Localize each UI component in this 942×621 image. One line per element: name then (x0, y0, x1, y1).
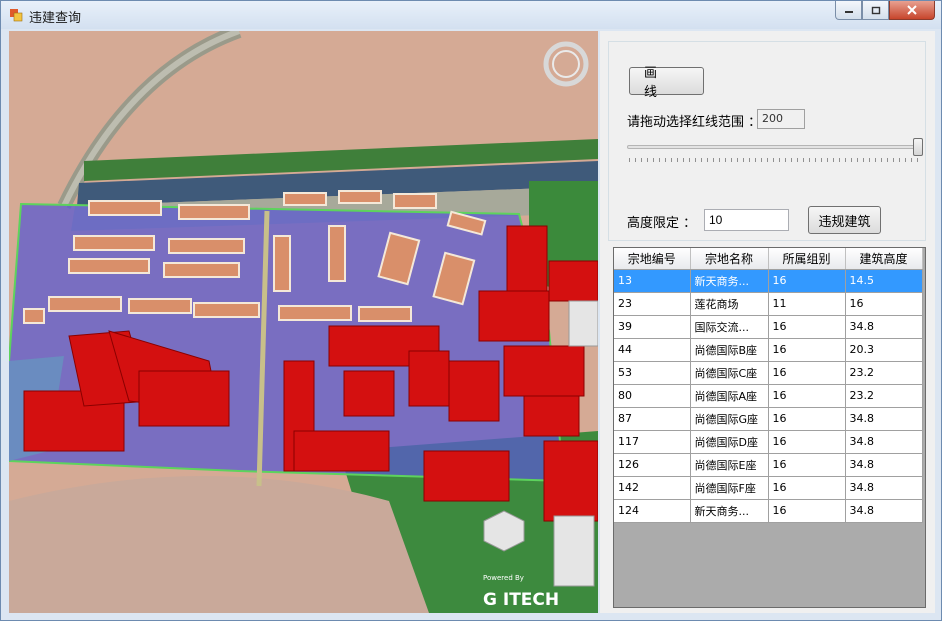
table-cell[interactable]: 34.8 (845, 476, 923, 500)
table-cell[interactable]: 16 (768, 361, 846, 385)
table-cell[interactable]: 16 (768, 430, 846, 454)
height-limit-input[interactable] (704, 209, 789, 231)
table-cell[interactable]: 尚德国际C座 (690, 361, 769, 385)
table-cell[interactable]: 34.8 (845, 453, 923, 477)
table-cell[interactable]: 尚德国际D座 (690, 430, 769, 454)
table-row[interactable]: 117 尚德国际D座 16 34.8 (614, 430, 923, 454)
maximize-icon (871, 6, 880, 14)
map-3d-viewport[interactable]: Powered By G ITECH (9, 31, 598, 613)
minimize-icon (844, 11, 853, 13)
table-row[interactable]: 87 尚德国际G座 16 34.8 (614, 407, 923, 431)
table-row[interactable]: 80 尚德国际A座 16 23.2 (614, 384, 923, 408)
table-row[interactable]: 13 新天商务... 16 14.5 (614, 269, 923, 293)
table-row[interactable]: 126 尚德国际E座 16 34.8 (614, 453, 923, 477)
table-row[interactable]: 23 莲花商场 11 16 (614, 292, 923, 316)
table-row[interactable]: 44 尚德国际B座 16 20.3 (614, 338, 923, 362)
table-cell[interactable]: 尚德国际E座 (690, 453, 769, 477)
powered-by-label: Powered By (483, 574, 524, 582)
title-bar[interactable]: 违建查询 (1, 1, 941, 29)
table-cell[interactable]: 16 (845, 292, 923, 316)
table-row[interactable]: 142 尚德国际F座 16 34.8 (614, 476, 923, 500)
table-cell[interactable]: 新天商务... (690, 269, 769, 293)
grid-header-row: 宗地编号 宗地名称 所属组别 建筑高度 (614, 248, 923, 270)
table-cell[interactable]: 11 (768, 292, 846, 316)
table-cell[interactable]: 23.2 (845, 361, 923, 385)
table-row[interactable]: 124 新天商务... 16 34.8 (614, 499, 923, 523)
table-cell[interactable]: 16 (768, 315, 846, 339)
window-title: 违建查询 (29, 11, 82, 26)
close-icon (907, 5, 917, 15)
table-cell[interactable]: 莲花商场 (690, 292, 769, 316)
table-row[interactable]: 39 国际交流... 16 34.8 (614, 315, 923, 339)
minimize-button[interactable] (835, 1, 862, 20)
range-slider-track[interactable] (627, 145, 923, 149)
table-cell[interactable]: 39 (614, 315, 691, 339)
range-label: 请拖动选择红线范围 ： (627, 115, 762, 130)
violation-buildings-button[interactable]: 违规建筑 (808, 206, 881, 234)
table-cell[interactable]: 34.8 (845, 499, 923, 523)
app-window: 违建查询 Powered By G ITECH 画 线 请拖动选择红线范围 ： … (0, 0, 942, 621)
table-cell[interactable]: 13 (614, 269, 691, 293)
grid-body: 13 新天商务... 16 14.5 23 莲花商场 11 16 39 国际交流... 16 34.8… (614, 269, 923, 523)
table-cell[interactable]: 20.3 (845, 338, 923, 362)
brand-logo: G ITECH (483, 590, 559, 610)
table-cell[interactable]: 国际交流... (690, 315, 769, 339)
table-cell[interactable]: 53 (614, 361, 691, 385)
control-panel: 画 线 请拖动选择红线范围 ： 200 高度限定 ： 违规建筑 宗地编号宗地名称… (600, 31, 935, 613)
table-cell[interactable]: 新天商务... (690, 499, 769, 523)
table-cell[interactable]: 80 (614, 384, 691, 408)
table-cell[interactable]: 34.8 (845, 430, 923, 454)
table-cell[interactable]: 16 (768, 338, 846, 362)
table-cell[interactable]: 142 (614, 476, 691, 500)
column-header[interactable]: 建筑高度 (845, 248, 923, 270)
table-cell[interactable]: 34.8 (845, 407, 923, 431)
table-cell[interactable]: 16 (768, 407, 846, 431)
table-cell[interactable]: 尚德国际A座 (690, 384, 769, 408)
table-cell[interactable]: 44 (614, 338, 691, 362)
column-header[interactable]: 所属组别 (768, 248, 846, 270)
settings-group: 画 线 请拖动选择红线范围 ： 200 高度限定 ： 违规建筑 (608, 41, 926, 241)
height-limit-label: 高度限定 ： (627, 216, 697, 231)
column-header[interactable]: 宗地编号 (614, 248, 691, 270)
maximize-button[interactable] (862, 1, 889, 20)
table-cell[interactable]: 126 (614, 453, 691, 477)
table-cell[interactable]: 34.8 (845, 315, 923, 339)
table-cell[interactable]: 16 (768, 453, 846, 477)
table-row[interactable]: 53 尚德国际C座 16 23.2 (614, 361, 923, 385)
table-cell[interactable]: 87 (614, 407, 691, 431)
range-slider-thumb[interactable] (913, 138, 923, 156)
table-cell[interactable]: 23 (614, 292, 691, 316)
table-cell[interactable]: 117 (614, 430, 691, 454)
table-cell[interactable]: 尚德国际G座 (690, 407, 769, 431)
table-cell[interactable]: 16 (768, 499, 846, 523)
draw-line-button[interactable]: 画 线 (629, 66, 704, 100)
close-button[interactable] (889, 1, 935, 20)
table-cell[interactable]: 16 (768, 384, 846, 408)
table-cell[interactable]: 14.5 (845, 269, 923, 293)
table-cell[interactable]: 16 (768, 476, 846, 500)
table-cell[interactable]: 124 (614, 499, 691, 523)
table-cell[interactable]: 尚德国际F座 (690, 476, 769, 500)
result-grid[interactable]: 宗地编号 宗地名称 所属组别 建筑高度 13 新天商务... 16 14.5 23 莲花商场 11… (613, 247, 926, 608)
range-value: 200 (757, 109, 805, 129)
range-slider-ticks (629, 158, 921, 162)
table-cell[interactable]: 尚德国际B座 (690, 338, 769, 362)
app-icon (10, 9, 23, 22)
table-cell[interactable]: 23.2 (845, 384, 923, 408)
column-header[interactable]: 宗地名称 (690, 248, 769, 270)
table-cell[interactable]: 16 (768, 269, 846, 293)
